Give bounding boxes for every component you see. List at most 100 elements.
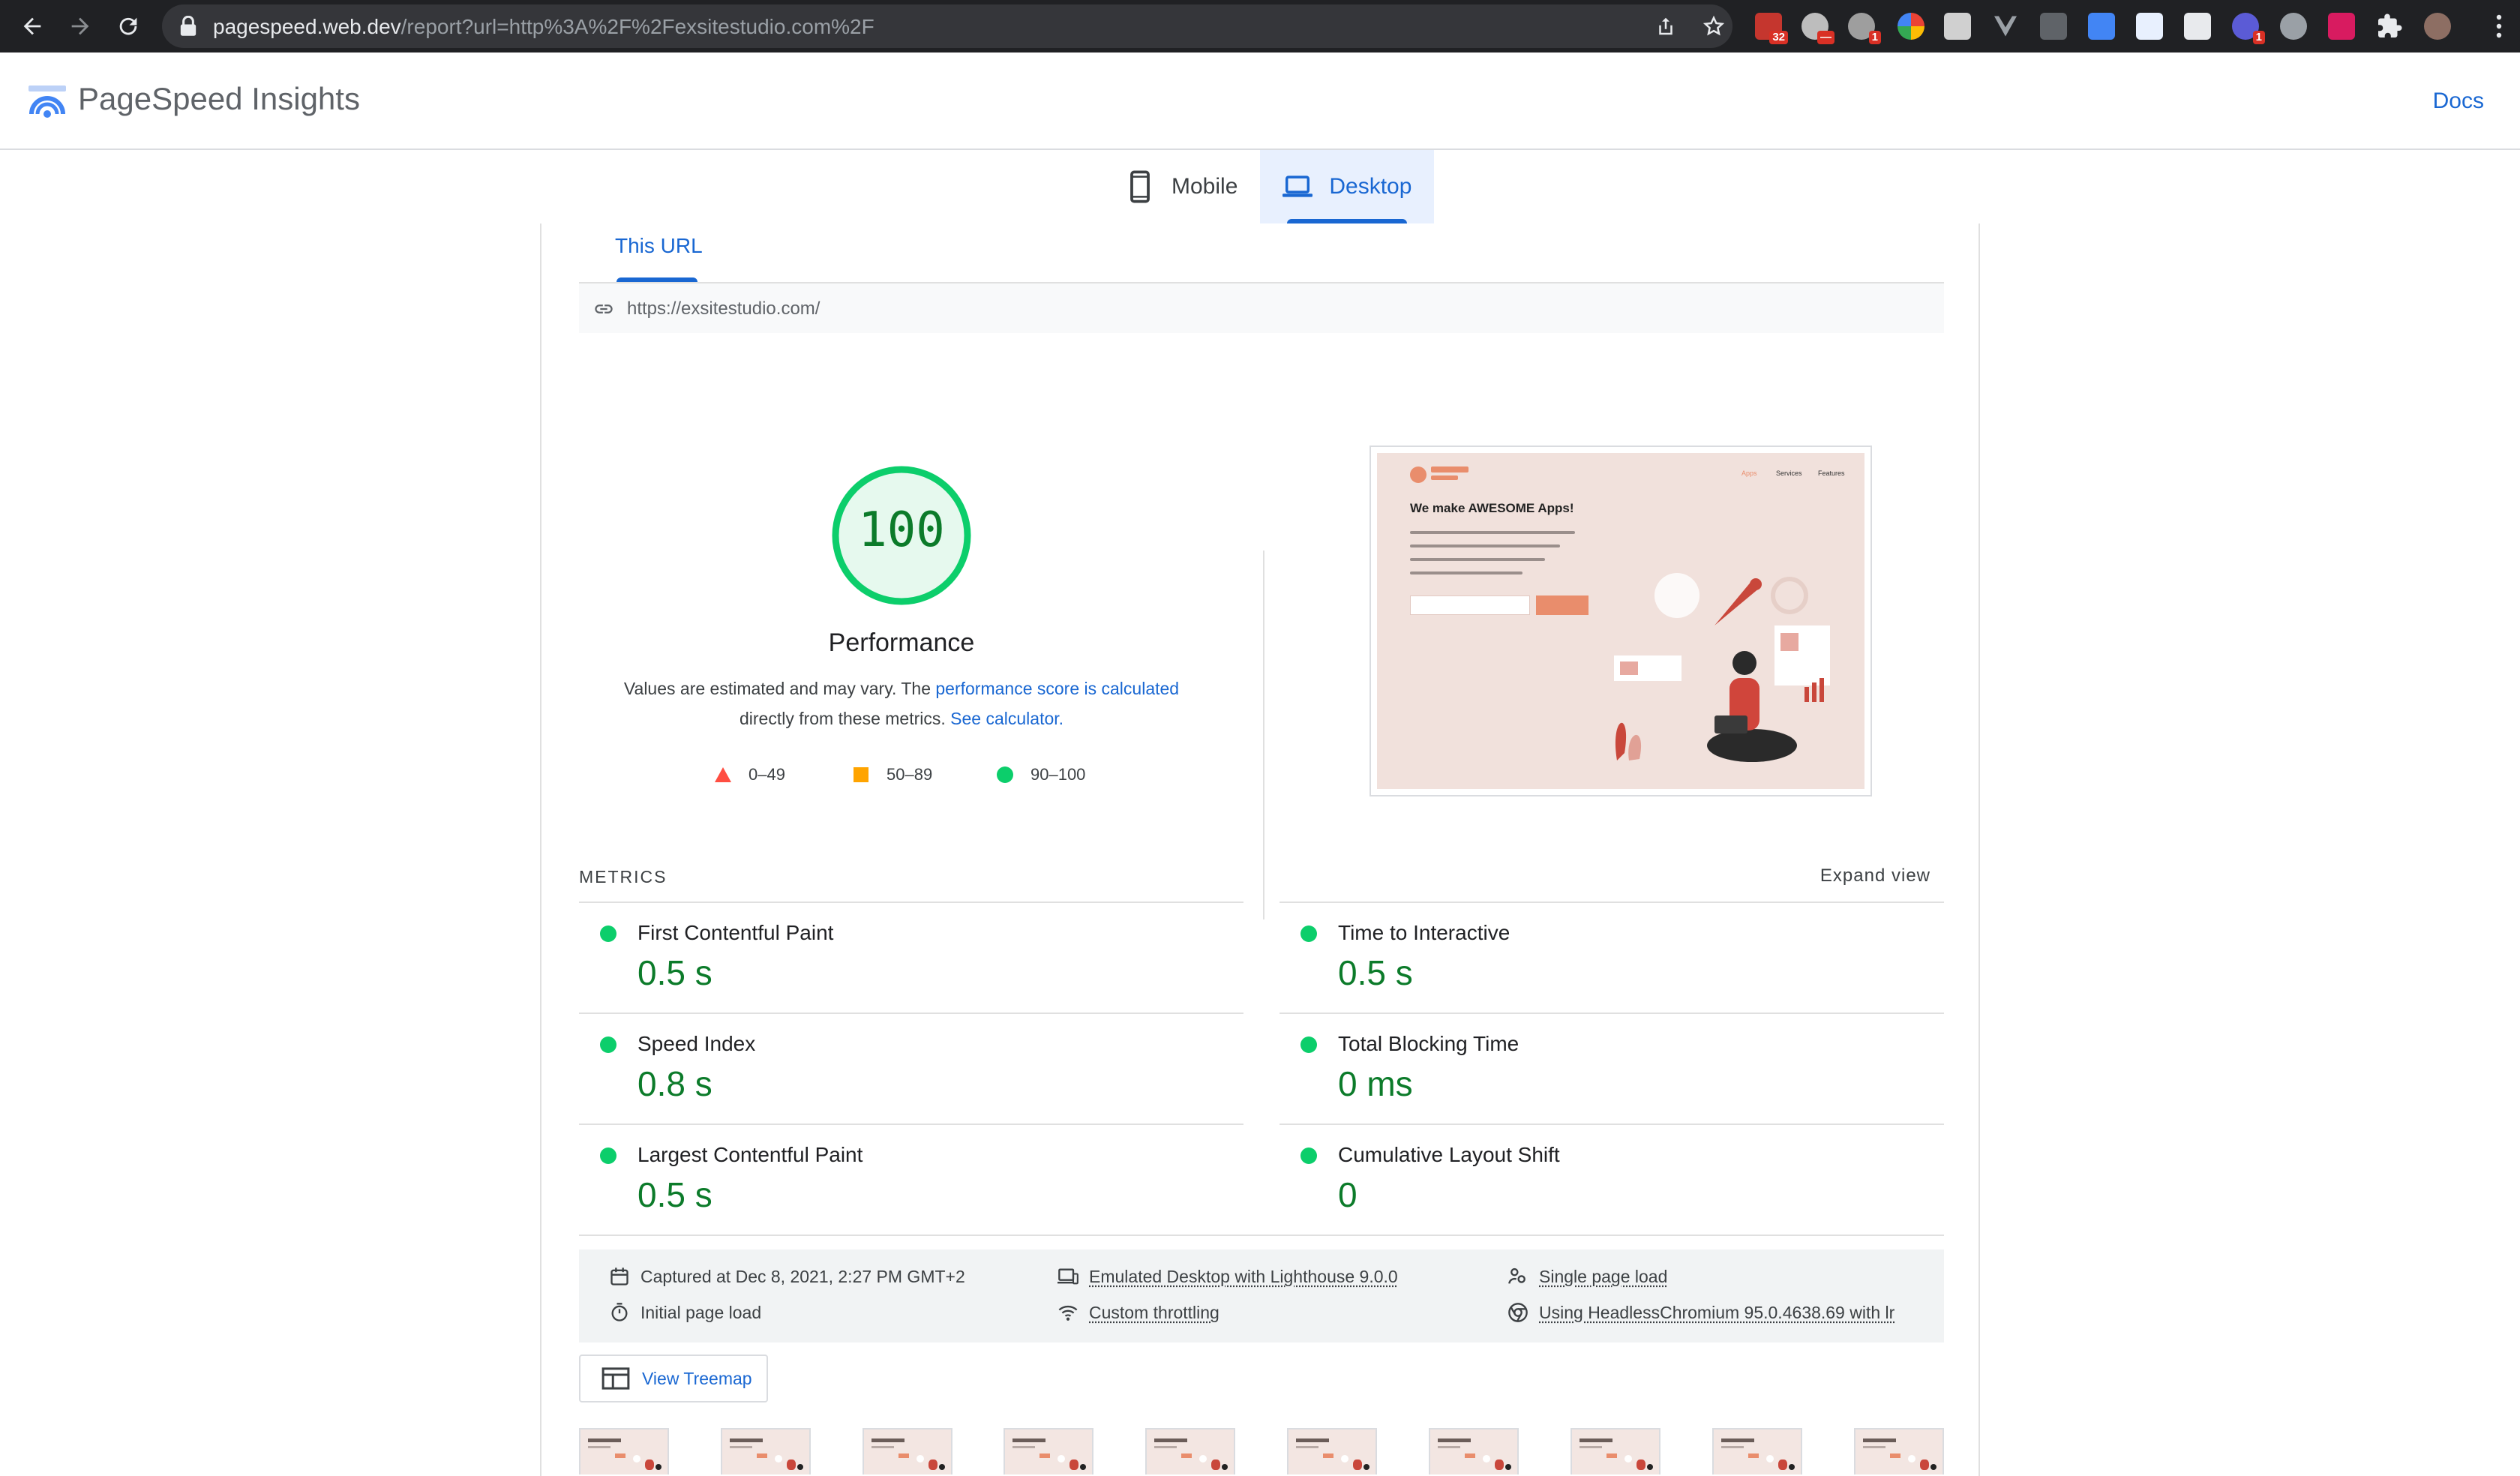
pass-dot-icon	[600, 926, 616, 942]
forward-button[interactable]	[62, 8, 99, 45]
reload-button[interactable]	[110, 8, 147, 45]
extension-icon-8[interactable]	[2088, 13, 2115, 40]
performance-score: 100	[858, 502, 945, 558]
address-url: pagespeed.web.dev/report?url=http%3A%2F%…	[213, 15, 874, 38]
emulated-device-info[interactable]: Emulated Desktop with Lighthouse 9.0.0	[1058, 1266, 1398, 1287]
vertical-divider	[1263, 550, 1264, 920]
filmstrip-frame	[1570, 1428, 1660, 1474]
code-extension-icon[interactable]	[2040, 13, 2067, 40]
throttling-info[interactable]: Custom throttling	[1058, 1302, 1220, 1323]
site-logo-icon	[1410, 466, 1426, 483]
filmstrip-frame	[579, 1428, 669, 1474]
menu-kebab-icon[interactable]	[2496, 14, 2502, 39]
performance-title: Performance	[828, 628, 975, 657]
load-type-info[interactable]: Single page load	[1508, 1266, 1667, 1287]
figma-extension-icon[interactable]	[2328, 13, 2355, 40]
site-nav-services: Services	[1776, 470, 1802, 477]
link-icon	[595, 304, 613, 314]
avatar[interactable]	[2424, 13, 2451, 40]
initial-page-load: Initial page load	[609, 1302, 761, 1323]
performance-description: Values are estimated and may vary. The p…	[623, 679, 1180, 728]
metric-speed-index: Speed Index 0.8 s	[579, 1012, 1244, 1124]
calendar-icon	[610, 1268, 628, 1286]
legend-fail: 0–49	[714, 764, 785, 786]
site-nav-apps: Apps	[1742, 470, 1757, 477]
arrow-left-icon	[23, 17, 41, 35]
score-calculation-link[interactable]: performance score is calculated	[935, 679, 1179, 698]
docs-link[interactable]: Docs	[2433, 88, 2484, 114]
report-card: This URL https://exsitestudio.com/ 100 P…	[540, 224, 1980, 1476]
final-screenshot[interactable]: Apps Services Features We make AWESOME A…	[1370, 446, 1872, 796]
extension-icon-9[interactable]	[2136, 13, 2163, 40]
site-header: PageSpeed Insights Docs	[0, 52, 2520, 150]
filmstrip-frame	[1287, 1428, 1377, 1474]
laptop-icon	[1282, 176, 1313, 197]
metric-largest-contentful-paint: Largest Contentful Paint 0.5 s	[579, 1124, 1244, 1234]
square-icon	[854, 767, 868, 782]
devices-icon	[1058, 1268, 1078, 1285]
puzzle-extensions-icon[interactable]	[2376, 13, 2403, 40]
gmail-extension-icon[interactable]: 32	[1755, 13, 1788, 44]
filmstrip-frame	[862, 1428, 952, 1474]
metrics-divider	[579, 1234, 1944, 1236]
captured-at: Captured at Dec 8, 2021, 2:27 PM GMT+2	[609, 1266, 965, 1287]
pass-dot-icon	[1300, 926, 1317, 942]
filmstrip-frame	[1854, 1428, 1944, 1474]
extension-icon-5[interactable]	[1944, 13, 1971, 40]
metric-cumulative-layout-shift: Cumulative Layout Shift 0	[1280, 1124, 1944, 1234]
lock-icon	[180, 16, 196, 36]
address-bar[interactable]: pagespeed.web.dev/report?url=http%3A%2F%…	[162, 4, 1732, 48]
pass-dot-icon	[600, 1036, 616, 1053]
phone-icon	[1130, 170, 1150, 203]
search-extension-icon[interactable]	[2184, 13, 2211, 40]
filmstrip-frame	[1004, 1428, 1094, 1474]
people-icon	[1508, 1268, 1526, 1284]
metric-total-blocking-time: Total Blocking Time 0 ms	[1280, 1012, 1944, 1124]
tab-this-url[interactable]: This URL	[615, 234, 703, 258]
see-calculator-link[interactable]: See calculator.	[950, 709, 1064, 728]
arrow-right-icon	[71, 17, 89, 35]
extension-icon-3[interactable]: 1	[1848, 13, 1881, 44]
legend-pass: 90–100	[996, 764, 1085, 786]
timer-icon	[611, 1303, 628, 1322]
browser-version-info[interactable]: Using HeadlessChromium 95.0.4638.69 with…	[1508, 1302, 1894, 1323]
chrome-icon	[1508, 1303, 1528, 1322]
share-icon[interactable]	[1654, 15, 1677, 38]
vue-extension-icon[interactable]	[1992, 13, 2019, 40]
metric-time-to-interactive: Time to Interactive 0.5 s	[1280, 902, 1944, 1012]
triangle-icon	[715, 767, 731, 782]
tab-desktop[interactable]: Desktop	[1260, 150, 1435, 224]
wifi-icon	[1058, 1305, 1078, 1321]
site-submit-button	[1536, 596, 1588, 615]
pass-dot-icon	[600, 1148, 616, 1164]
bookmark-star-icon[interactable]	[1702, 15, 1725, 38]
tested-url-bar: https://exsitestudio.com/	[579, 282, 1944, 333]
cloud-extension-icon[interactable]	[2280, 13, 2307, 40]
expand-view-button[interactable]: Expand view	[1820, 866, 1930, 886]
pass-dot-icon	[1300, 1036, 1317, 1053]
view-treemap-button[interactable]: View Treemap	[579, 1354, 768, 1402]
filmstrip-frame	[1429, 1428, 1519, 1474]
extension-icon-11[interactable]: 1	[2232, 13, 2265, 44]
device-tabs: Mobile Desktop	[1102, 150, 1435, 224]
metric-first-contentful-paint: First Contentful Paint 0.5 s	[579, 902, 1244, 1012]
filmstrip-frame	[721, 1428, 811, 1474]
tab-desktop-label: Desktop	[1329, 174, 1412, 199]
back-button[interactable]	[14, 8, 51, 45]
run-info-panel: Captured at Dec 8, 2021, 2:27 PM GMT+2 I…	[579, 1250, 1944, 1342]
pagespeed-logo-icon[interactable]	[27, 84, 68, 123]
tested-url[interactable]: https://exsitestudio.com/	[627, 298, 820, 320]
site-email-input	[1410, 596, 1530, 615]
filmstrip-frame	[1145, 1428, 1235, 1474]
site-nav-features: Features	[1818, 470, 1845, 477]
hero-illustration	[1614, 573, 1830, 762]
site-headline: We make AWESOME Apps!	[1410, 501, 1574, 515]
extension-icon-2[interactable]: —	[1802, 13, 1834, 44]
filmstrip-frame	[1712, 1428, 1802, 1474]
brand-title[interactable]: PageSpeed Insights	[78, 81, 360, 117]
tab-mobile[interactable]: Mobile	[1102, 150, 1260, 224]
color-extension-icon[interactable]	[1898, 13, 1924, 40]
screenshot-preview: Apps Services Features We make AWESOME A…	[1377, 453, 1864, 789]
metrics-heading: METRICS	[579, 867, 668, 886]
pass-dot-icon	[1300, 1148, 1317, 1164]
